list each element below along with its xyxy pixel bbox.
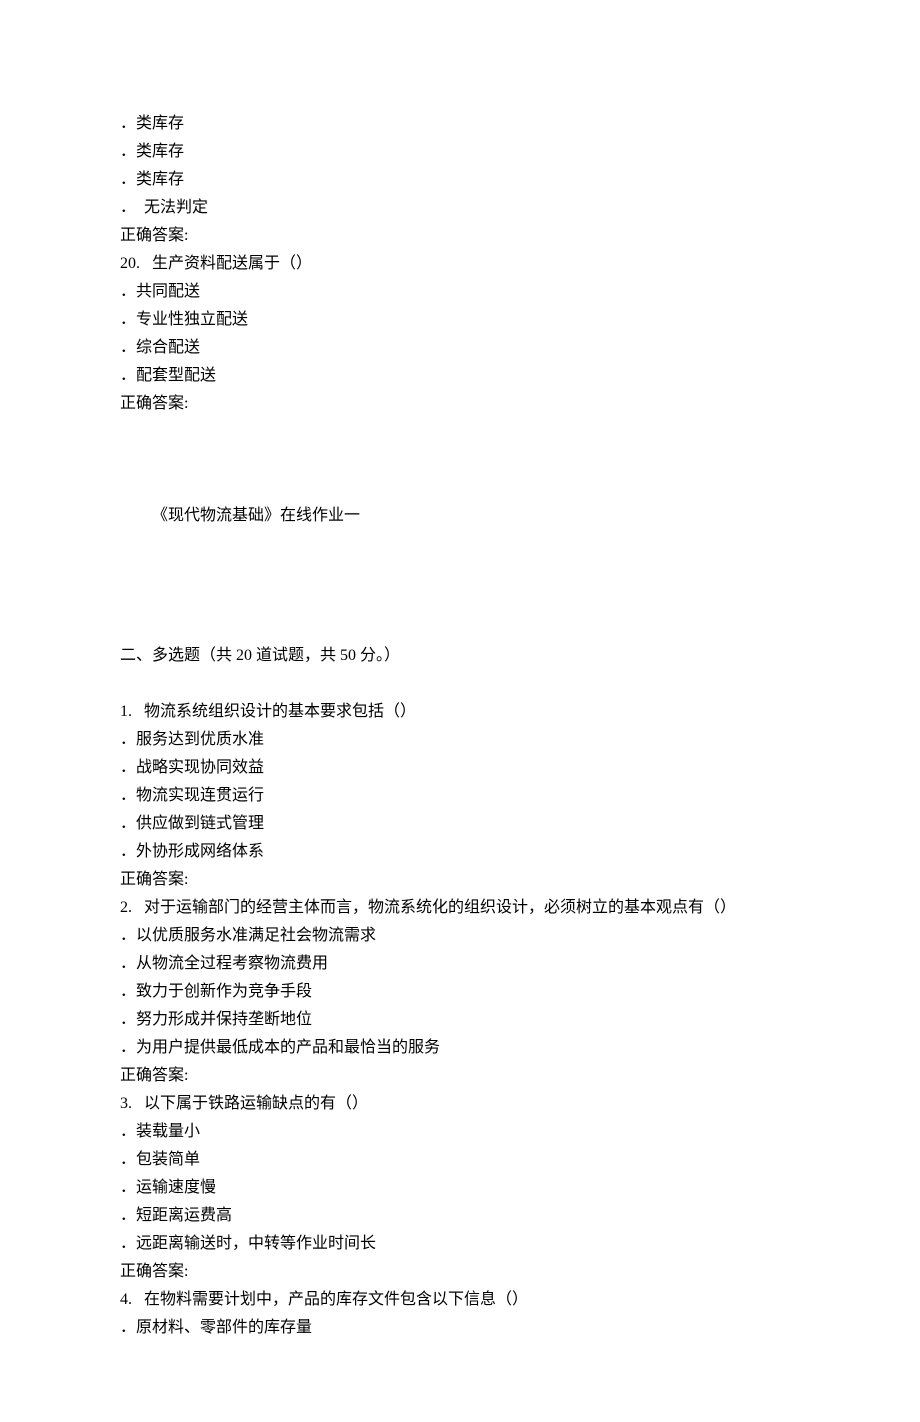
text-line: ．包装简单 (120, 1146, 800, 1174)
text-line: ．外协形成网络体系 (120, 838, 800, 866)
text-line: ．短距离运费高 (120, 1202, 800, 1230)
document-page: ．类库存．类库存．类库存． 无法判定正确答案:20. 生产资料配送属于（）．共同… (0, 0, 920, 1422)
text-line: 《现代物流基础》在线作业一 (120, 502, 800, 530)
text-line: 2. 对于运输部门的经营主体而言，物流系统化的组织设计，必须树立的基本观点有（） (120, 894, 800, 922)
text-line: ．综合配送 (120, 334, 800, 362)
text-line: ．物流实现连贯运行 (120, 782, 800, 810)
text-line: 二、多选题（共 20 道试题，共 50 分。） (120, 642, 800, 670)
text-line (120, 418, 800, 446)
text-line: ．类库存 (120, 110, 800, 138)
text-line: ．配套型配送 (120, 362, 800, 390)
text-line: ．服务达到优质水准 (120, 726, 800, 754)
text-line: ．原材料、零部件的库存量 (120, 1314, 800, 1342)
text-line: ．努力形成并保持垄断地位 (120, 1006, 800, 1034)
text-line: ．共同配送 (120, 278, 800, 306)
text-line: 4. 在物料需要计划中，产品的库存文件包含以下信息（） (120, 1286, 800, 1314)
text-line: 正确答案: (120, 1062, 800, 1090)
text-line: ．类库存 (120, 138, 800, 166)
text-line: ．远距离输送时，中转等作业时间长 (120, 1230, 800, 1258)
text-line: ．供应做到链式管理 (120, 810, 800, 838)
text-line: 正确答案: (120, 222, 800, 250)
text-line: 3. 以下属于铁路运输缺点的有（） (120, 1090, 800, 1118)
text-line (120, 586, 800, 614)
text-line (120, 558, 800, 586)
text-line: ．类库存 (120, 166, 800, 194)
text-line: ．以优质服务水准满足社会物流需求 (120, 922, 800, 950)
text-line: 正确答案: (120, 1258, 800, 1286)
text-line: ．运输速度慢 (120, 1174, 800, 1202)
text-line (120, 614, 800, 642)
text-line: ．从物流全过程考察物流费用 (120, 950, 800, 978)
text-line: ．专业性独立配送 (120, 306, 800, 334)
text-line (120, 530, 800, 558)
text-line: ．为用户提供最低成本的产品和最恰当的服务 (120, 1034, 800, 1062)
text-line: 正确答案: (120, 866, 800, 894)
text-line: 20. 生产资料配送属于（） (120, 250, 800, 278)
text-line: 正确答案: (120, 390, 800, 418)
text-line: ．致力于创新作为竞争手段 (120, 978, 800, 1006)
text-line (120, 474, 800, 502)
text-line: 1. 物流系统组织设计的基本要求包括（） (120, 698, 800, 726)
text-line: ．战略实现协同效益 (120, 754, 800, 782)
text-line (120, 446, 800, 474)
text-line (120, 670, 800, 698)
text-line: ．装载量小 (120, 1118, 800, 1146)
text-line: ． 无法判定 (120, 194, 800, 222)
